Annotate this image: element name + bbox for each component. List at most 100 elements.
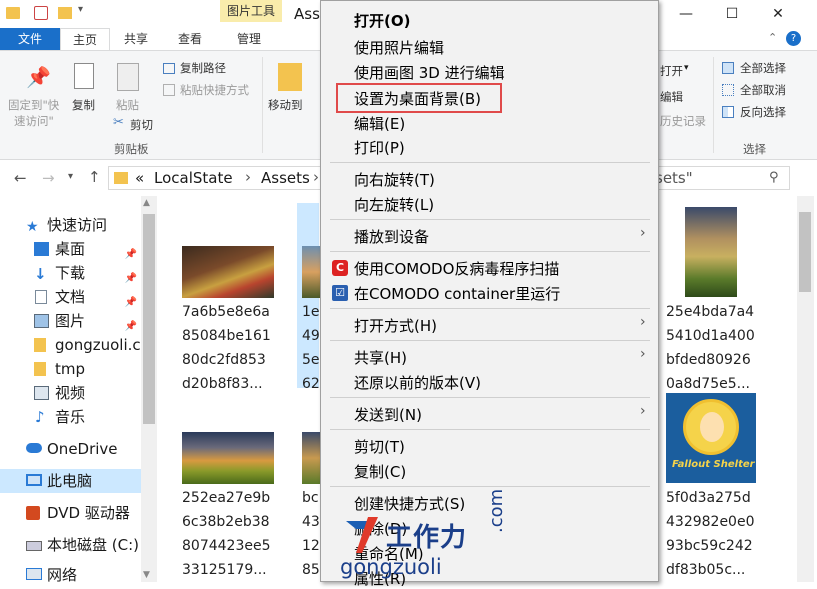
paste-button[interactable]: 粘贴 — [116, 97, 139, 113]
menu-item-open-with[interactable]: 打开方式(H) — [354, 315, 437, 336]
scissors-icon: ✂ — [113, 115, 124, 130]
history-button[interactable]: 历史记录 — [660, 113, 706, 129]
paste-shortcut-icon — [163, 84, 175, 96]
address-bar[interactable]: « LocalState › Assets › — [108, 166, 323, 190]
move-to-icon — [278, 63, 302, 91]
menu-item-cut[interactable]: 剪切(T) — [354, 436, 405, 457]
properties-icon[interactable] — [34, 6, 48, 20]
nav-item-desktop[interactable]: 桌面 📌 — [0, 237, 141, 261]
nav-item-pictures[interactable]: 图片 📌 — [0, 309, 141, 333]
file-thumbnail[interactable] — [182, 246, 274, 298]
menu-item-rotate-left[interactable]: 向左旋转(L) — [354, 194, 434, 215]
address-overflow[interactable]: « — [135, 169, 144, 187]
tab-share[interactable]: 共享 — [112, 28, 160, 50]
paste-shortcut-button[interactable]: 粘贴快捷方式 — [180, 82, 249, 98]
nav-item-downloads[interactable]: ↓ 下载 📌 — [0, 261, 141, 285]
content-scrollbar-thumb[interactable] — [799, 212, 811, 292]
pin-icon[interactable]: 📌 — [125, 291, 137, 309]
file-thumbnail[interactable] — [302, 246, 320, 298]
menu-item-rotate-right[interactable]: 向右旋转(T) — [354, 169, 435, 190]
pin-icon[interactable]: 📌 — [125, 243, 137, 261]
nav-item-onedrive[interactable]: OneDrive — [0, 437, 141, 461]
search-text[interactable]: sets" — [655, 169, 693, 187]
cut-button[interactable]: 剪切 — [130, 117, 153, 133]
scroll-up-arrow-icon[interactable]: ▲ — [143, 198, 150, 208]
open-dropdown-icon[interactable]: ▾ — [684, 63, 689, 73]
search-box[interactable]: sets" ⚲ — [650, 166, 790, 190]
breadcrumb-localstate[interactable]: LocalState — [154, 169, 233, 187]
menu-item-restore-versions[interactable]: 还原以前的版本(V) — [354, 372, 481, 393]
menu-item-open[interactable]: 打开(O) — [354, 10, 410, 31]
maximize-button[interactable]: ☐ — [709, 0, 755, 28]
breadcrumb-separator[interactable]: › — [313, 168, 319, 186]
nav-item-documents[interactable]: 文档 📌 — [0, 285, 141, 309]
music-icon: ♪ — [35, 408, 45, 426]
file-name[interactable]: 1e 49 5e 62 — [302, 300, 320, 396]
nav-item-local-disk[interactable]: 本地磁盘 (C:) — [0, 533, 141, 557]
file-name[interactable]: 25e4bda7a4 5410d1a400 bfded80926 0a8d75e… — [666, 300, 770, 396]
nav-label: 本地磁盘 (C:) — [47, 536, 139, 554]
nav-item-tmp[interactable]: tmp — [0, 357, 141, 381]
new-folder-icon[interactable] — [58, 7, 72, 19]
file-name[interactable]: bc 43 12 85 — [302, 486, 320, 582]
menu-item-comodo-scan[interactable]: 使用COMODO反病毒程序扫描 — [354, 258, 559, 279]
menu-item-share[interactable]: 共享(H) — [354, 347, 407, 368]
menu-item-copy[interactable]: 复制(C) — [354, 461, 406, 482]
move-to-button[interactable]: 移动到 — [268, 97, 303, 113]
tab-home[interactable]: 主页 — [60, 28, 110, 50]
invert-selection-button[interactable]: 反向选择 — [740, 104, 786, 120]
file-thumbnail-fallout[interactable]: Fallout Shelter — [666, 393, 756, 483]
file-thumbnail[interactable] — [302, 432, 320, 484]
file-name[interactable]: 5f0d3a275d 432982e0e0 93bc59c242 df83b05… — [666, 486, 770, 582]
content-scrollbar[interactable] — [797, 196, 814, 582]
minimize-button[interactable]: — — [663, 0, 709, 28]
close-button[interactable]: ✕ — [755, 0, 801, 28]
select-all-button[interactable]: 全部选择 — [740, 60, 786, 76]
file-thumbnail[interactable] — [182, 432, 274, 484]
menu-item-send-to[interactable]: 发送到(N) — [354, 404, 422, 425]
pin-to-quick-access-label-2[interactable]: 速访问" — [14, 113, 54, 129]
nav-item-gongzuoli[interactable]: gongzuoli.c — [0, 333, 141, 357]
nav-item-quick-access[interactable]: ★ 快速访问 — [0, 213, 141, 237]
back-arrow-icon[interactable]: ← — [14, 169, 27, 187]
menu-item-create-shortcut[interactable]: 创建快捷方式(S) — [354, 493, 465, 514]
file-thumbnail[interactable] — [685, 207, 737, 297]
nav-item-music[interactable]: ♪ 音乐 — [0, 405, 141, 429]
open-button[interactable]: 打开 — [660, 63, 683, 79]
nav-item-this-pc[interactable]: 此电脑 — [0, 469, 141, 493]
file-name[interactable]: 252ea27e9b 6c38b2eb38 8074423ee5 3312517… — [182, 486, 286, 582]
tab-file[interactable]: 文件 — [0, 28, 60, 50]
quick-access-dropdown-icon[interactable]: ▾ — [78, 4, 83, 15]
menu-item-paint3d-edit[interactable]: 使用画图 3D 进行编辑 — [354, 62, 505, 83]
recent-locations-icon[interactable]: ▾ — [68, 171, 73, 182]
menu-item-photos-edit[interactable]: 使用照片编辑 — [354, 37, 444, 58]
edit-button[interactable]: 编辑 — [660, 89, 683, 105]
tab-manage[interactable]: 管理 — [224, 28, 274, 50]
scroll-down-arrow-icon[interactable]: ▼ — [143, 570, 150, 580]
help-icon[interactable]: ? — [786, 31, 801, 46]
file-name[interactable]: 7a6b5e8e6a 85084be161 80dc2fd853 d20b8f8… — [182, 300, 286, 396]
ribbon-collapse-icon[interactable]: ⌃ — [768, 31, 777, 44]
menu-item-comodo-container[interactable]: 在COMODO container里运行 — [354, 283, 560, 304]
nav-item-dvd[interactable]: DVD 驱动器 — [0, 501, 141, 525]
nav-item-network[interactable]: 网络 — [0, 563, 141, 587]
up-arrow-icon[interactable]: ↑ — [88, 168, 101, 186]
copy-button[interactable]: 复制 — [72, 97, 95, 113]
navigation-pane: ★ 快速访问 桌面 📌 ↓ 下载 📌 文档 📌 图片 📌 gongzuoli.c… — [0, 196, 157, 584]
pin-icon[interactable]: 📌 — [125, 267, 137, 285]
menu-item-edit[interactable]: 编辑(E) — [354, 113, 405, 134]
pin-to-quick-access-label-1[interactable]: 固定到"快 — [8, 97, 59, 113]
nav-scrollbar-thumb[interactable] — [143, 214, 155, 424]
breadcrumb-assets[interactable]: Assets — [261, 169, 310, 187]
select-none-button[interactable]: 全部取消 — [740, 82, 786, 98]
forward-arrow-icon[interactable]: → — [42, 169, 55, 187]
breadcrumb-separator[interactable]: › — [245, 168, 251, 186]
menu-item-print[interactable]: 打印(P) — [354, 137, 405, 158]
tab-view[interactable]: 查看 — [166, 28, 214, 50]
menu-item-cast-to-device[interactable]: 播放到设备 — [354, 226, 429, 247]
search-icon[interactable]: ⚲ — [769, 170, 779, 185]
pin-icon[interactable]: 📌 — [125, 315, 137, 333]
container-icon: ☑ — [332, 285, 348, 301]
copy-path-button[interactable]: 复制路径 — [180, 60, 226, 76]
nav-item-videos[interactable]: 视频 — [0, 381, 141, 405]
